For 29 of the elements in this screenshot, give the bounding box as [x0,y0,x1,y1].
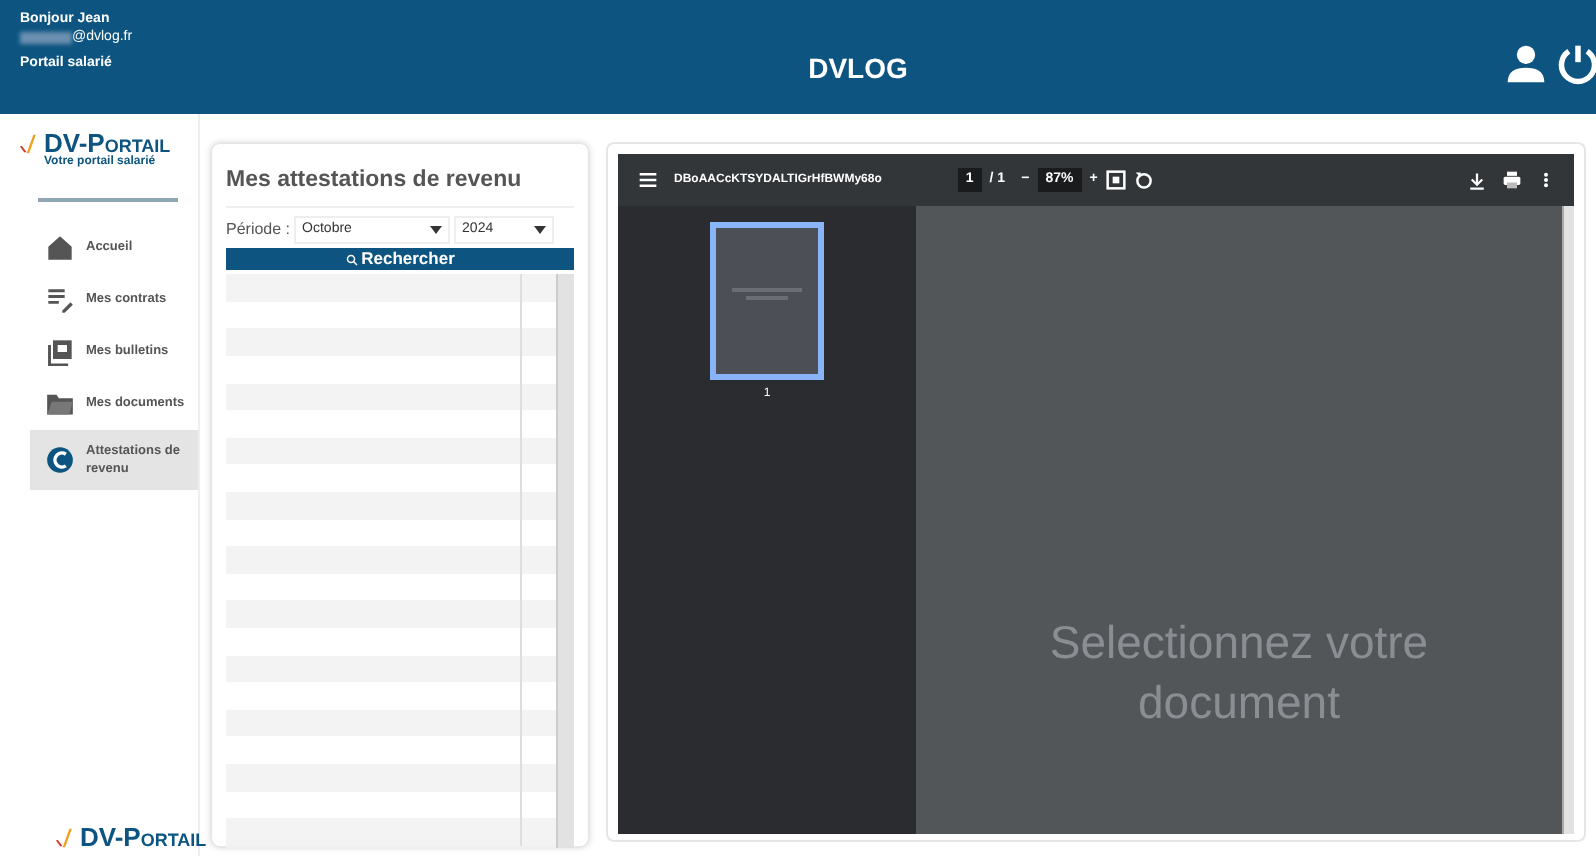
logo-name: DV-Portail [44,130,171,156]
logo-mark-icon [56,824,76,852]
scrollbar[interactable] [1562,206,1574,834]
page-thumbnail[interactable] [710,222,824,380]
more-icon[interactable] [1538,170,1554,190]
caret-icon [534,226,547,235]
user-icon[interactable] [1504,42,1548,86]
redacted-mark [20,32,72,45]
menu-icon[interactable] [638,170,658,190]
caret-icon [430,226,443,235]
fit-page-icon[interactable] [1105,170,1126,190]
placeholder-message: Selectionnez votre document [1049,614,1429,733]
search-button[interactable]: Rechercher [226,248,574,271]
power-icon[interactable] [1556,42,1596,86]
app-title: DVLOG [808,50,908,88]
logo-mark-icon [20,130,40,158]
home-icon [46,234,74,262]
scrollbar[interactable] [556,274,574,849]
euro-icon [46,446,74,475]
document-pen-icon [46,286,74,314]
stacked-pages-icon [46,338,74,366]
panel-title: Mes attestations de revenu [226,164,574,209]
period-label: Période : [226,218,291,243]
rotate-icon[interactable] [1133,170,1154,190]
search-icon [345,253,358,266]
folder-icon [46,390,74,418]
print-icon[interactable] [1502,170,1522,190]
logo-name: DV-Portail [80,824,207,850]
download-icon[interactable] [1468,171,1486,189]
